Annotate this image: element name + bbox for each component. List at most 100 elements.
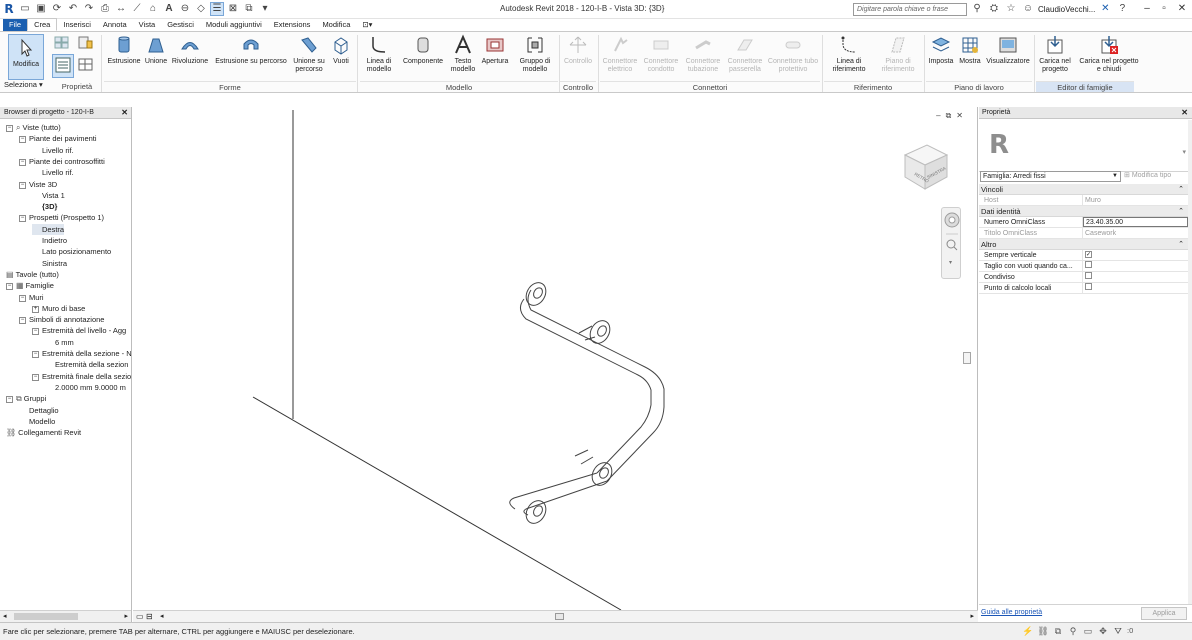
select-underlay-icon[interactable]: ⧉ xyxy=(1052,626,1064,637)
scroll-thumb[interactable] xyxy=(14,613,78,620)
collapse-icon[interactable]: − xyxy=(6,125,13,132)
tree-node[interactable]: ▤ Tavole (tutto) xyxy=(6,269,59,280)
property-value[interactable] xyxy=(1083,261,1188,271)
tree-node[interactable]: Livello rif. xyxy=(32,145,74,156)
checkbox-icon[interactable] xyxy=(1085,261,1092,268)
conduit-connector-button[interactable]: Connettore tubo protettivo xyxy=(766,34,820,74)
tree-node[interactable]: − Piante dei controsoffitti xyxy=(19,156,105,167)
tree-node[interactable]: Vista 1 xyxy=(32,190,65,201)
properties-scrollbar[interactable] xyxy=(1188,120,1192,612)
property-value[interactable]: 23.40.35.00 xyxy=(1083,217,1188,227)
tree-node[interactable]: − Prospetti (Prospetto 1) xyxy=(19,212,104,223)
electrical-connector-button[interactable]: Connettore elettrico xyxy=(600,34,640,74)
load-and-close-button[interactable]: Carica nel progetto e chiudi xyxy=(1078,34,1140,74)
tree-node[interactable]: + Muro di base xyxy=(32,303,85,314)
select-links-icon[interactable]: ⛓ xyxy=(1037,626,1049,637)
reference-plane-button[interactable]: Piano di riferimento xyxy=(874,34,922,74)
blend-button[interactable]: Unione xyxy=(142,34,170,66)
collapse-icon[interactable]: − xyxy=(32,373,39,381)
view-restore-icon[interactable]: ⧉ xyxy=(946,111,952,121)
properties-help-link[interactable]: Guida alle proprietà xyxy=(981,609,1042,616)
filter-icon[interactable]: ⛛ xyxy=(1112,626,1124,637)
property-value[interactable] xyxy=(1083,283,1188,293)
collapse-icon[interactable]: − xyxy=(6,283,13,291)
duct-connector-button[interactable]: Connettore condotto xyxy=(641,34,681,74)
scale-icon[interactable]: ▭ xyxy=(136,612,144,621)
tree-node[interactable]: Modello xyxy=(19,416,55,427)
collapse-icon[interactable]: − xyxy=(19,294,26,302)
collapse-icon[interactable]: − xyxy=(19,215,26,223)
redo-icon[interactable]: ↷ xyxy=(82,2,96,16)
sync-icon[interactable]: ⟳ xyxy=(50,2,64,16)
cable-tray-connector-button[interactable]: Connettore passerella xyxy=(724,34,766,74)
revit-logo-icon[interactable]: R xyxy=(2,2,16,16)
select-pinned-icon[interactable]: ⚲ xyxy=(1067,626,1079,637)
tab-file[interactable]: File xyxy=(3,19,28,31)
reference-line-button[interactable]: Linea di riferimento xyxy=(824,34,874,74)
print-icon[interactable]: ⎙ xyxy=(98,2,112,16)
edit-type-button[interactable]: ⊞ Modifica tipo xyxy=(1124,170,1171,182)
scroll-right-icon[interactable]: ▸ xyxy=(970,612,974,620)
tree-node[interactable]: − ⧉ Gruppi xyxy=(6,393,46,404)
tree-node[interactable]: − Muri xyxy=(19,292,44,303)
component-button[interactable]: Componente xyxy=(400,34,446,66)
select-dropdown[interactable]: Seleziona ▾ xyxy=(4,81,43,89)
save-icon[interactable]: ▣ xyxy=(34,2,48,16)
show-workplane-button[interactable]: Mostra xyxy=(956,34,984,66)
search-input[interactable]: Digitare parola chiave o frase xyxy=(853,3,967,16)
type-dropdown-icon[interactable]: ▾ xyxy=(1182,148,1186,156)
maximize-icon[interactable]: ▫ xyxy=(1157,2,1171,16)
property-value[interactable] xyxy=(1083,272,1188,282)
close-hidden-icon[interactable]: ⊠ xyxy=(226,2,240,16)
thin-lines-icon[interactable]: ☰ xyxy=(210,2,224,16)
help-icon[interactable]: ? xyxy=(1115,2,1129,16)
text-icon[interactable]: A xyxy=(162,2,176,16)
tab-gestisci[interactable]: Gestisci xyxy=(161,19,200,31)
property-group-header[interactable]: Dati identità ⌃ xyxy=(979,206,1188,217)
control-button[interactable]: Controllo xyxy=(562,34,594,66)
collapse-icon[interactable]: − xyxy=(32,351,39,358)
model-text-button[interactable]: Testo modello xyxy=(446,34,480,74)
tree-node[interactable]: Dettaglio xyxy=(19,405,59,416)
opening-button[interactable]: Apertura xyxy=(480,34,510,66)
revolve-button[interactable]: Rivoluzione xyxy=(170,34,210,66)
scroll-left-icon[interactable]: ◂ xyxy=(3,612,7,620)
model-line-button[interactable]: Linea di modello xyxy=(360,34,398,74)
vertical-scroll-grip[interactable] xyxy=(963,352,971,364)
tab-options-icon[interactable]: ⊡▾ xyxy=(356,19,378,31)
tree-node[interactable]: − Simboli di annotazione xyxy=(19,314,104,325)
detail-level-icon[interactable]: ⊟ xyxy=(146,612,153,621)
view-3d-icon[interactable]: ⊖ xyxy=(178,2,192,16)
customize-qat-icon[interactable]: ▾ xyxy=(258,2,272,16)
load-into-project-button[interactable]: Carica nel progetto xyxy=(1036,34,1074,74)
extrusion-button[interactable]: Estrusione xyxy=(106,34,142,66)
measure-icon[interactable]: ↔ xyxy=(114,2,128,16)
checkbox-icon[interactable] xyxy=(1085,283,1092,290)
checkbox-icon[interactable] xyxy=(1085,272,1092,279)
collapse-icon[interactable]: − xyxy=(32,328,39,336)
tab-crea[interactable]: Crea xyxy=(27,18,58,31)
undo-icon[interactable]: ↶ xyxy=(66,2,80,16)
property-group-header[interactable]: Vincoli ⌃ xyxy=(979,184,1188,195)
tree-node[interactable]: Lato posizionamento xyxy=(32,246,111,257)
user-icon[interactable]: ☺ xyxy=(1021,2,1035,16)
tab-modifica[interactable]: Modifica xyxy=(316,19,356,31)
drawing-area[interactable]: – ⧉ ✕ RETRO SINISTRA ▾ ▭ ⊟ ◂ ▸ xyxy=(133,107,978,622)
family-category-icon[interactable] xyxy=(54,36,69,49)
tree-node[interactable]: − Estremità del livello - Agg xyxy=(32,325,126,336)
tree-node[interactable]: − ⌕ Viste (tutto) xyxy=(6,122,61,133)
tree-node[interactable]: − ▦ Famiglie xyxy=(6,280,54,291)
collapse-group-icon[interactable]: ⌃ xyxy=(1178,239,1184,250)
view-close-icon[interactable]: ✕ xyxy=(956,111,963,121)
tree-node[interactable]: Estremità della sezion xyxy=(45,359,128,370)
tree-node[interactable]: ⛓ Collegamenti Revit xyxy=(6,427,81,438)
family-types-icon[interactable] xyxy=(78,36,93,49)
collapse-icon[interactable]: − xyxy=(19,317,26,325)
model-3d-view[interactable] xyxy=(133,107,978,610)
tree-node[interactable]: Livello rif. xyxy=(32,167,74,178)
tab-extensions[interactable]: Extensions xyxy=(268,19,317,31)
switch-windows-icon[interactable]: ⧉ xyxy=(242,2,256,16)
tree-node[interactable]: Sinistra xyxy=(32,258,67,269)
tab-inserisci[interactable]: Inserisci xyxy=(57,19,97,31)
checkbox-checked-icon[interactable]: ✓ xyxy=(1085,251,1092,258)
